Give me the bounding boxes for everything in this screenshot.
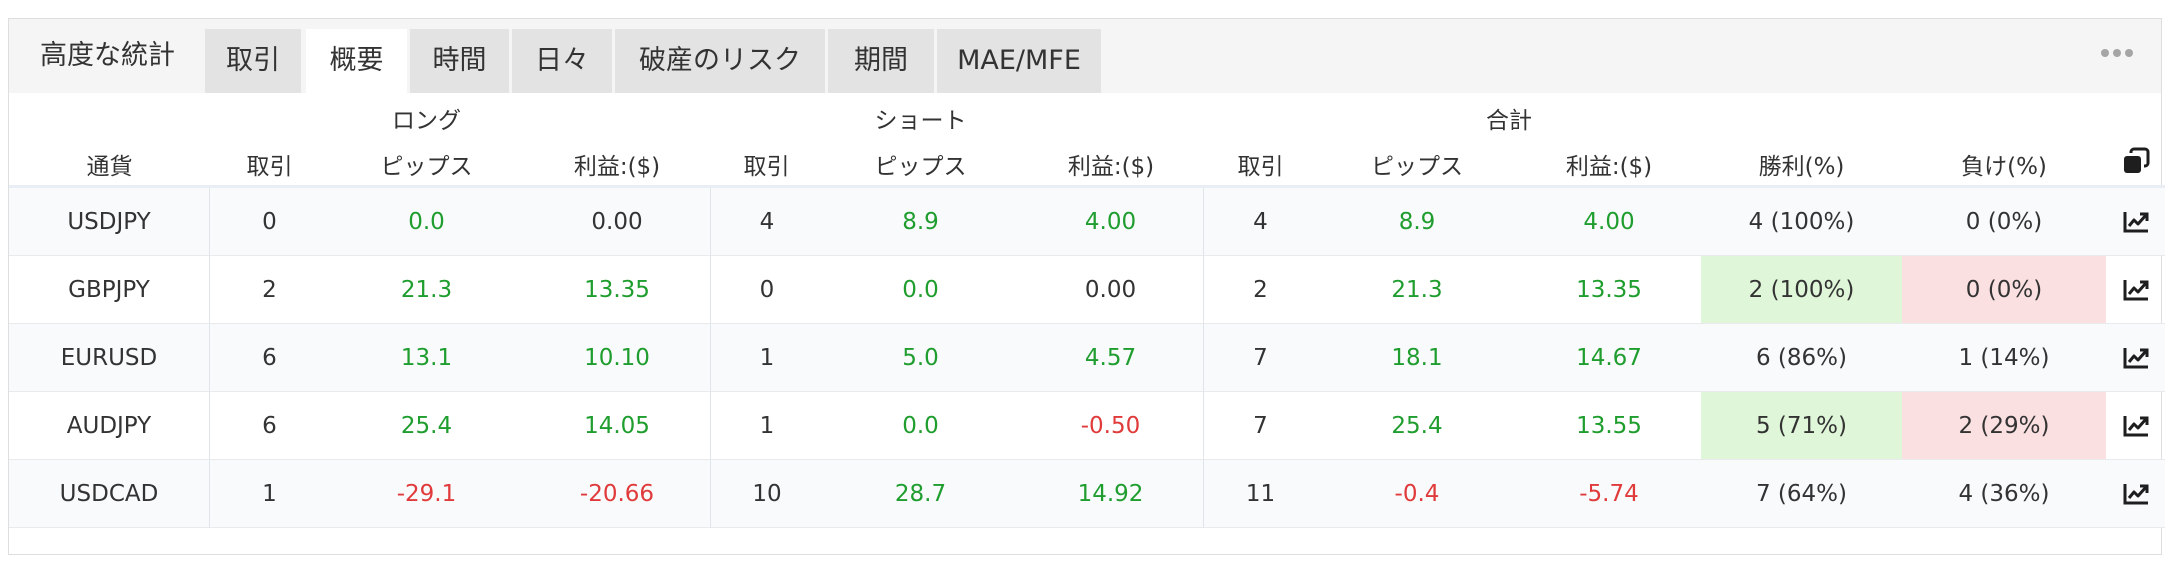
column-header-total-pips: ピップス xyxy=(1371,154,1463,180)
column-header-short-profit: 利益:($) xyxy=(1067,154,1155,180)
long-pips-cell: 0.0 xyxy=(329,188,524,256)
symbol-cell: USDCAD xyxy=(9,460,210,528)
total-profit-cell: 13.55 xyxy=(1517,392,1701,460)
chart-line-icon[interactable] xyxy=(2106,256,2165,324)
losses-cell: 2 (29%) xyxy=(1902,392,2106,460)
short-profit-cell: 4.57 xyxy=(1018,324,1204,392)
tab-duration[interactable]: 期間 xyxy=(828,29,934,93)
total-profit-cell: 13.35 xyxy=(1517,256,1701,324)
short-pips-cell: 8.9 xyxy=(823,188,1018,256)
long-pips-cell: 13.1 xyxy=(329,324,524,392)
more-dots-icon[interactable] xyxy=(2101,49,2133,57)
total-trades-cell: 7 xyxy=(1204,324,1317,392)
column-header-long-trades: 取引 xyxy=(246,154,293,180)
wins-cell: 5 (71%) xyxy=(1701,392,1902,460)
long-profit-cell: -20.66 xyxy=(524,460,710,528)
long-pips-cell: 25.4 xyxy=(329,392,524,460)
group-short-label: ショート xyxy=(874,108,967,134)
total-profit-cell: -5.74 xyxy=(1517,460,1701,528)
long-trades-cell: 1 xyxy=(210,460,329,528)
wins-cell: 7 (64%) xyxy=(1701,460,1902,528)
short-trades-cell: 10 xyxy=(710,460,823,528)
losses-cell: 1 (14%) xyxy=(1902,324,2106,392)
long-trades-cell: 0 xyxy=(210,188,329,256)
column-header-symbol: 通貨 xyxy=(86,154,133,180)
short-pips-cell: 0.0 xyxy=(823,392,1018,460)
panel-title: 高度な統計 xyxy=(40,40,175,71)
column-header-short-pips: ピップス xyxy=(874,154,967,180)
stats-table: ロング ショート 合計 通貨 取引 ピップス 利益:($) 取引 ピップス 利益… xyxy=(9,93,2165,554)
tab-risk-of-ruin[interactable]: 破産のリスク xyxy=(615,29,825,93)
short-trades-cell: 4 xyxy=(710,188,823,256)
chart-line-icon[interactable] xyxy=(2106,188,2165,256)
short-profit-cell: 4.00 xyxy=(1018,188,1204,256)
column-header-wins: 勝利(%) xyxy=(1758,154,1845,180)
tab-trades[interactable]: 取引 xyxy=(205,29,301,93)
long-pips-cell: -29.1 xyxy=(329,460,524,528)
long-profit-cell: 13.35 xyxy=(524,256,710,324)
long-profit-cell: 10.10 xyxy=(524,324,710,392)
long-trades-cell: 6 xyxy=(210,392,329,460)
column-header-short-trades: 取引 xyxy=(743,154,790,180)
total-pips-cell: 18.1 xyxy=(1317,324,1517,392)
long-trades-cell: 6 xyxy=(210,324,329,392)
column-header-total-trades: 取引 xyxy=(1237,154,1284,180)
total-pips-cell: 21.3 xyxy=(1317,256,1517,324)
symbol-cell: AUDJPY xyxy=(9,392,210,460)
short-profit-cell: -0.50 xyxy=(1018,392,1204,460)
tab-hours[interactable]: 時間 xyxy=(410,29,509,93)
chart-line-icon[interactable] xyxy=(2106,460,2165,528)
wins-cell: 6 (86%) xyxy=(1701,324,1902,392)
chart-line-icon[interactable] xyxy=(2106,324,2165,392)
short-profit-cell: 14.92 xyxy=(1018,460,1204,528)
tab-summary[interactable]: 概要 xyxy=(306,29,407,93)
long-profit-cell: 14.05 xyxy=(524,392,710,460)
total-pips-cell: -0.4 xyxy=(1317,460,1517,528)
tab-daily[interactable]: 日々 xyxy=(512,29,612,93)
tab-mae-mfe[interactable]: MAE/MFE xyxy=(937,29,1101,93)
symbol-cell: USDJPY xyxy=(9,188,210,256)
chart-line-icon[interactable] xyxy=(2106,392,2165,460)
short-pips-cell: 0.0 xyxy=(823,256,1018,324)
short-pips-cell: 28.7 xyxy=(823,460,1018,528)
total-trades-cell: 11 xyxy=(1204,460,1317,528)
total-pips-cell: 25.4 xyxy=(1317,392,1517,460)
long-pips-cell: 21.3 xyxy=(329,256,524,324)
group-long-label: ロング xyxy=(392,108,461,134)
wins-cell: 2 (100%) xyxy=(1701,256,1902,324)
group-total-label: 合計 xyxy=(1486,108,1532,134)
advanced-statistics-panel: 高度な統計 取引 概要 時間 日々 破産のリスク 期間 MAE/MFE ロング … xyxy=(8,18,2165,555)
short-trades-cell: 1 xyxy=(710,392,823,460)
column-header-total-profit: 利益:($) xyxy=(1565,154,1653,180)
total-trades-cell: 4 xyxy=(1204,188,1317,256)
total-pips-cell: 8.9 xyxy=(1317,188,1517,256)
short-profit-cell: 0.00 xyxy=(1018,256,1204,324)
losses-cell: 4 (36%) xyxy=(1902,460,2106,528)
total-profit-cell: 14.67 xyxy=(1517,324,1701,392)
total-profit-cell: 4.00 xyxy=(1517,188,1701,256)
losses-cell: 0 (0%) xyxy=(1902,256,2106,324)
column-header-losses: 負け(%) xyxy=(1961,154,2047,180)
tab-bar: 高度な統計 取引 概要 時間 日々 破産のリスク 期間 MAE/MFE xyxy=(9,19,2161,93)
total-trades-cell: 7 xyxy=(1204,392,1317,460)
short-pips-cell: 5.0 xyxy=(823,324,1018,392)
long-trades-cell: 2 xyxy=(210,256,329,324)
short-trades-cell: 0 xyxy=(710,256,823,324)
losses-cell: 0 (0%) xyxy=(1902,188,2106,256)
short-trades-cell: 1 xyxy=(710,324,823,392)
column-header-long-pips: ピップス xyxy=(380,154,473,180)
copy-icon[interactable] xyxy=(2106,139,2165,185)
total-trades-cell: 2 xyxy=(1204,256,1317,324)
wins-cell: 4 (100%) xyxy=(1701,188,1902,256)
symbol-cell: GBPJPY xyxy=(9,256,210,324)
symbol-cell: EURUSD xyxy=(9,324,210,392)
column-header-long-profit: 利益:($) xyxy=(573,154,661,180)
long-profit-cell: 0.00 xyxy=(524,188,710,256)
